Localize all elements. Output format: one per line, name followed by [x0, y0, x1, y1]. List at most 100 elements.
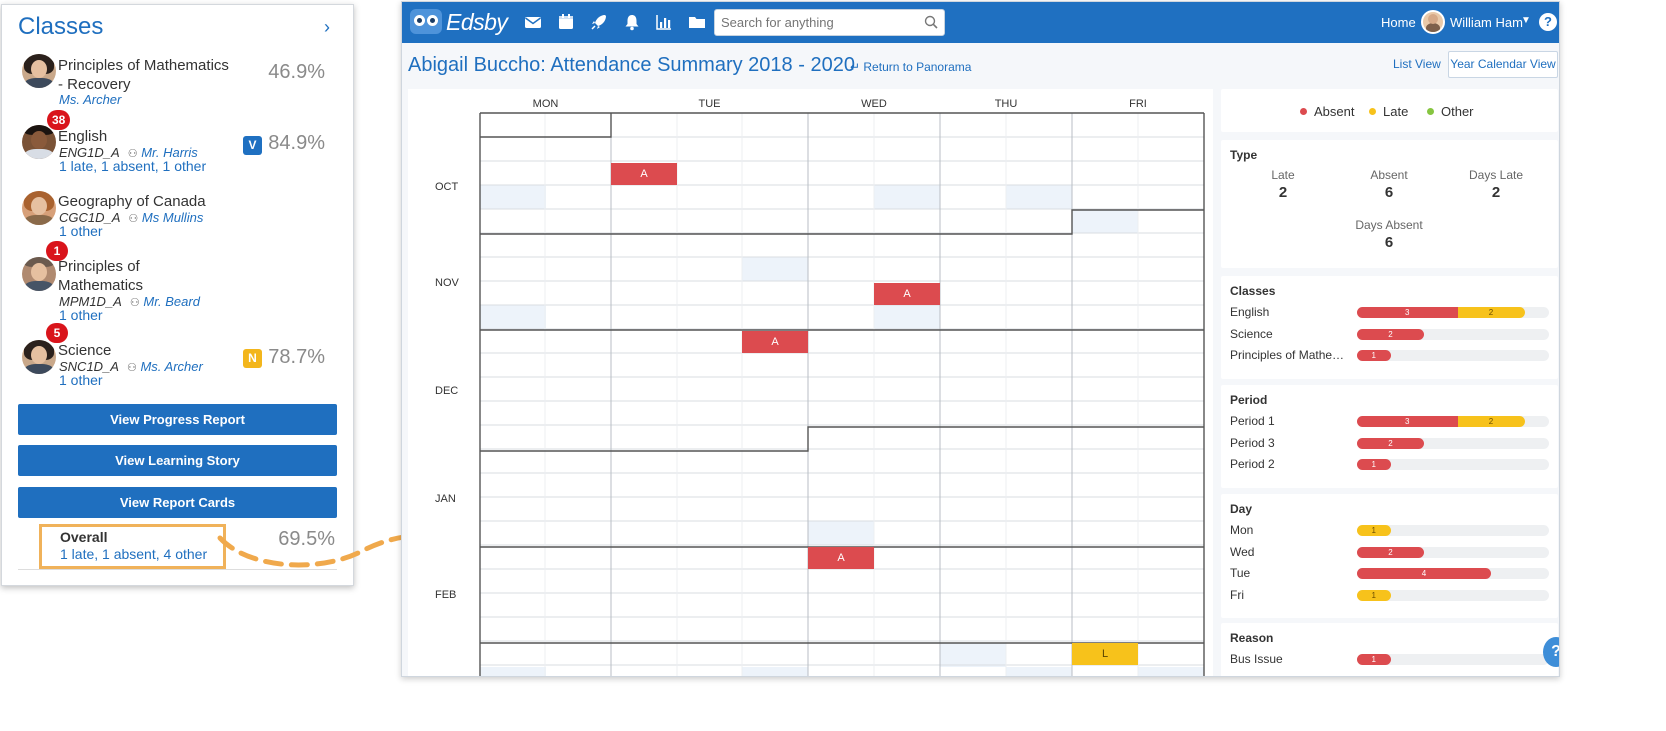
breakdown-bar-track: 1 [1357, 589, 1549, 601]
absent-bar-segment[interactable]: 3 [1357, 416, 1458, 427]
legend-card: Absent Late Other [1221, 89, 1558, 132]
absent-bar-segment[interactable]: 2 [1357, 437, 1424, 449]
absence-mark[interactable]: A [742, 331, 808, 353]
overall-summary-link[interactable]: 1 late, 1 absent, 4 other [60, 546, 207, 562]
class-name[interactable]: Geography of Canada [58, 192, 238, 211]
chevron-down-icon[interactable]: ▼ [1521, 15, 1531, 26]
absent-bar-segment[interactable]: 2 [1357, 328, 1424, 340]
breakdown-bar-track: 2 [1357, 328, 1549, 340]
stat-absent: Absent 6 [1370, 168, 1408, 201]
breakdown-row-label: Bus Issue [1230, 652, 1283, 666]
edsby-logo-text[interactable]: Edsby [446, 9, 508, 36]
search-box[interactable] [714, 9, 945, 36]
absence-mark[interactable]: A [611, 163, 677, 185]
legend-other: Other [1427, 104, 1474, 119]
rocket-icon[interactable] [590, 13, 608, 31]
late-bar-segment[interactable]: 1 [1357, 525, 1391, 536]
teacher-link[interactable]: Ms. Archer [59, 92, 121, 107]
user-avatar[interactable] [1421, 10, 1445, 34]
day-header-thu: THU [994, 98, 1018, 110]
view-learning-story-button[interactable]: View Learning Story [18, 445, 337, 476]
breakdown-bar-track: 1 [1357, 525, 1549, 536]
absent-bar-segment[interactable]: 1 [1357, 350, 1391, 361]
attendance-summary-link[interactable]: 1 late, 1 absent, 1 other [59, 158, 206, 174]
view-progress-report-button[interactable]: View Progress Report [18, 404, 337, 435]
teacher-link[interactable]: Mr. Beard [143, 294, 200, 309]
list-view-tab[interactable]: List View [1393, 57, 1441, 71]
absent-bar-segment[interactable]: 2 [1357, 546, 1424, 558]
type-card: Type Late 2 Absent 6 Days Late 2 Days Absen… [1221, 140, 1558, 268]
breakdown-row-label: Tue [1230, 566, 1251, 580]
teacher-icon: ⚇ [129, 297, 140, 309]
card-title: Classes [1230, 284, 1276, 298]
top-nav-bar: Edsby Home William Ham ▼ ? [402, 2, 1559, 43]
edsby-app-window: Edsby Home William Ham ▼ ? Abigail Bucch… [401, 1, 1560, 677]
breakdown-row-label: Science [1230, 326, 1273, 341]
teacher-link[interactable]: Ms. Archer [140, 359, 202, 374]
breakdown-bar-track: 1 [1357, 654, 1549, 665]
mail-icon[interactable] [524, 13, 542, 31]
breakdown-bar-track: 1 [1357, 350, 1549, 361]
user-name[interactable]: William Ham [1450, 15, 1523, 30]
month-label-nov: NOV [435, 277, 459, 289]
breakdown-row-label: English [1230, 305, 1270, 319]
breakdown-bar-track: 2 [1357, 546, 1549, 558]
breakdown-bar-track: 32 [1357, 416, 1549, 427]
breakdown-row-label: Period 2 [1230, 457, 1275, 471]
late-bar-segment[interactable]: 2 [1457, 307, 1525, 318]
class-name[interactable]: Principles of Mathematics - Recovery [58, 56, 238, 94]
month-label-jan: JAN [435, 493, 456, 505]
notification-badge: 5 [46, 323, 68, 343]
classes-title: Classes [18, 13, 104, 40]
legend-absent: Absent [1300, 104, 1354, 119]
bar-chart-icon[interactable] [655, 13, 673, 31]
absent-bar-segment[interactable]: 1 [1357, 654, 1391, 665]
card-title: Reason [1230, 631, 1274, 645]
teacher-icon: ⚇ [128, 213, 139, 225]
return-to-panorama-link[interactable]: ↵ Return to Panorama [850, 60, 971, 74]
legend-late: Late [1369, 104, 1408, 119]
day-header-fri: FRI [1129, 98, 1147, 110]
search-input[interactable] [721, 10, 921, 35]
page-title: Abigail Buccho: Attendance Summary 2018 … [408, 54, 855, 76]
attendance-summary-link[interactable]: 1 other [59, 223, 103, 239]
breakdown-card: Period Period 1 3 2 Period 3 2 Period 21 [1221, 385, 1558, 488]
late-bar-segment[interactable]: 2 [1457, 416, 1525, 427]
month-label-oct: OCT [435, 181, 459, 193]
search-icon[interactable] [924, 15, 938, 29]
class-name[interactable]: Science [58, 341, 238, 360]
late-bar-segment[interactable]: 1 [1357, 589, 1391, 601]
legend-dot [1369, 108, 1376, 115]
absence-mark[interactable]: A [874, 283, 940, 305]
bell-icon[interactable] [623, 13, 641, 31]
absent-bar-segment[interactable]: 4 [1357, 568, 1491, 579]
teacher-icon: ⚇ [126, 362, 137, 374]
breakdown-row-label: Period 3 [1230, 435, 1275, 450]
absence-mark[interactable]: A [808, 547, 874, 569]
breakdown-card: Day Mon 1 Wed 2 Tue 4 Fri 1 [1221, 494, 1558, 618]
attendance-summary-link[interactable]: 1 other [59, 307, 103, 323]
chevron-right-icon[interactable]: › [324, 17, 330, 38]
breakdown-card: Reason Bus Issue 1 [1221, 623, 1558, 676]
late-mark[interactable]: L [1072, 643, 1138, 665]
legend-dot [1300, 108, 1307, 115]
teacher-link[interactable]: Ms Mullins [142, 210, 203, 225]
card-title: Period [1230, 393, 1268, 407]
class-name[interactable]: Principles of Mathematics [58, 257, 218, 295]
avatar [22, 340, 56, 374]
breakdown-row-label: Period 1 [1230, 414, 1275, 428]
absent-bar-segment[interactable]: 3 [1357, 307, 1458, 318]
folder-icon[interactable] [688, 13, 706, 31]
avatar [22, 54, 56, 88]
help-icon[interactable]: ? [1539, 13, 1557, 31]
legend-dot [1427, 108, 1434, 115]
year-calendar-view-tab[interactable]: Year Calendar View [1448, 51, 1558, 78]
class-name[interactable]: English [58, 127, 238, 146]
attendance-summary-link[interactable]: 1 other [59, 372, 103, 388]
calendar-icon[interactable] [557, 13, 575, 31]
home-link[interactable]: Home [1381, 15, 1416, 30]
edsby-logo-icon[interactable] [410, 9, 442, 34]
absent-bar-segment[interactable]: 1 [1357, 459, 1391, 470]
breakdown-card: Classes English 3 2 Science 2 Principles of Ma… [1221, 276, 1558, 379]
day-header-tue: TUE [698, 98, 721, 110]
